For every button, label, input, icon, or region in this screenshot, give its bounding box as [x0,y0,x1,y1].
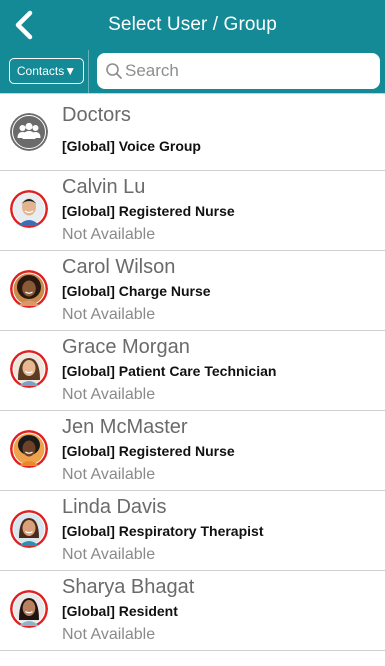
list-item[interactable]: Carol Wilson [Global] Charge Nurse Not A… [0,251,385,331]
availability-status: Not Available [62,546,156,563]
group-icon [10,113,48,151]
contact-role: [Global] Charge Nurse [62,283,211,299]
contacts-filter-button[interactable]: Contacts▼ [9,58,84,84]
availability-status: Not Available [62,626,156,643]
contact-name: Sharya Bhagat [62,576,195,598]
contact-name: Linda Davis [62,496,167,518]
contact-role: [Global] Resident [62,603,178,619]
contact-list: Doctors [Global] Voice Group Calvin Lu [… [0,93,385,651]
select-user-screen: Select User / Group Contacts▼ Search Doc… [0,0,385,666]
list-item[interactable]: Doctors [Global] Voice Group [0,93,385,171]
availability-status: Not Available [62,466,156,483]
contact-name: Carol Wilson [62,256,176,278]
avatar [10,430,48,468]
contact-role: [Global] Patient Care Technician [62,363,277,379]
list-item[interactable]: Grace Morgan [Global] Patient Care Techn… [0,331,385,411]
toolbar-divider [88,50,89,93]
avatar [10,510,48,548]
list-item[interactable]: Sharya Bhagat [Global] Resident Not Avai… [0,571,385,651]
list-item[interactable]: Jen McMaster [Global] Registered Nurse N… [0,411,385,491]
nav-bar: Select User / Group [0,0,385,50]
contact-name: Grace Morgan [62,336,190,358]
page-title: Select User / Group [108,14,277,35]
contact-name: Jen McMaster [62,416,188,438]
availability-status: Not Available [62,386,156,403]
avatar [10,350,48,388]
search-icon [106,63,122,79]
contact-role: [Global] Voice Group [62,138,201,154]
search-box[interactable] [97,53,380,89]
availability-status: Not Available [62,226,156,243]
contact-role: [Global] Respiratory Therapist [62,523,264,539]
list-item[interactable]: Calvin Lu [Global] Registered Nurse Not … [0,171,385,251]
avatar [10,190,48,228]
search-input[interactable] [125,53,370,89]
availability-status: Not Available [62,306,156,323]
contact-name: Doctors [62,104,131,126]
contact-role: [Global] Registered Nurse [62,443,235,459]
contact-role: [Global] Registered Nurse [62,203,235,219]
contact-name: Calvin Lu [62,176,146,198]
avatar [10,590,48,628]
avatar [10,270,48,308]
list-item[interactable]: Linda Davis [Global] Respiratory Therapi… [0,491,385,571]
